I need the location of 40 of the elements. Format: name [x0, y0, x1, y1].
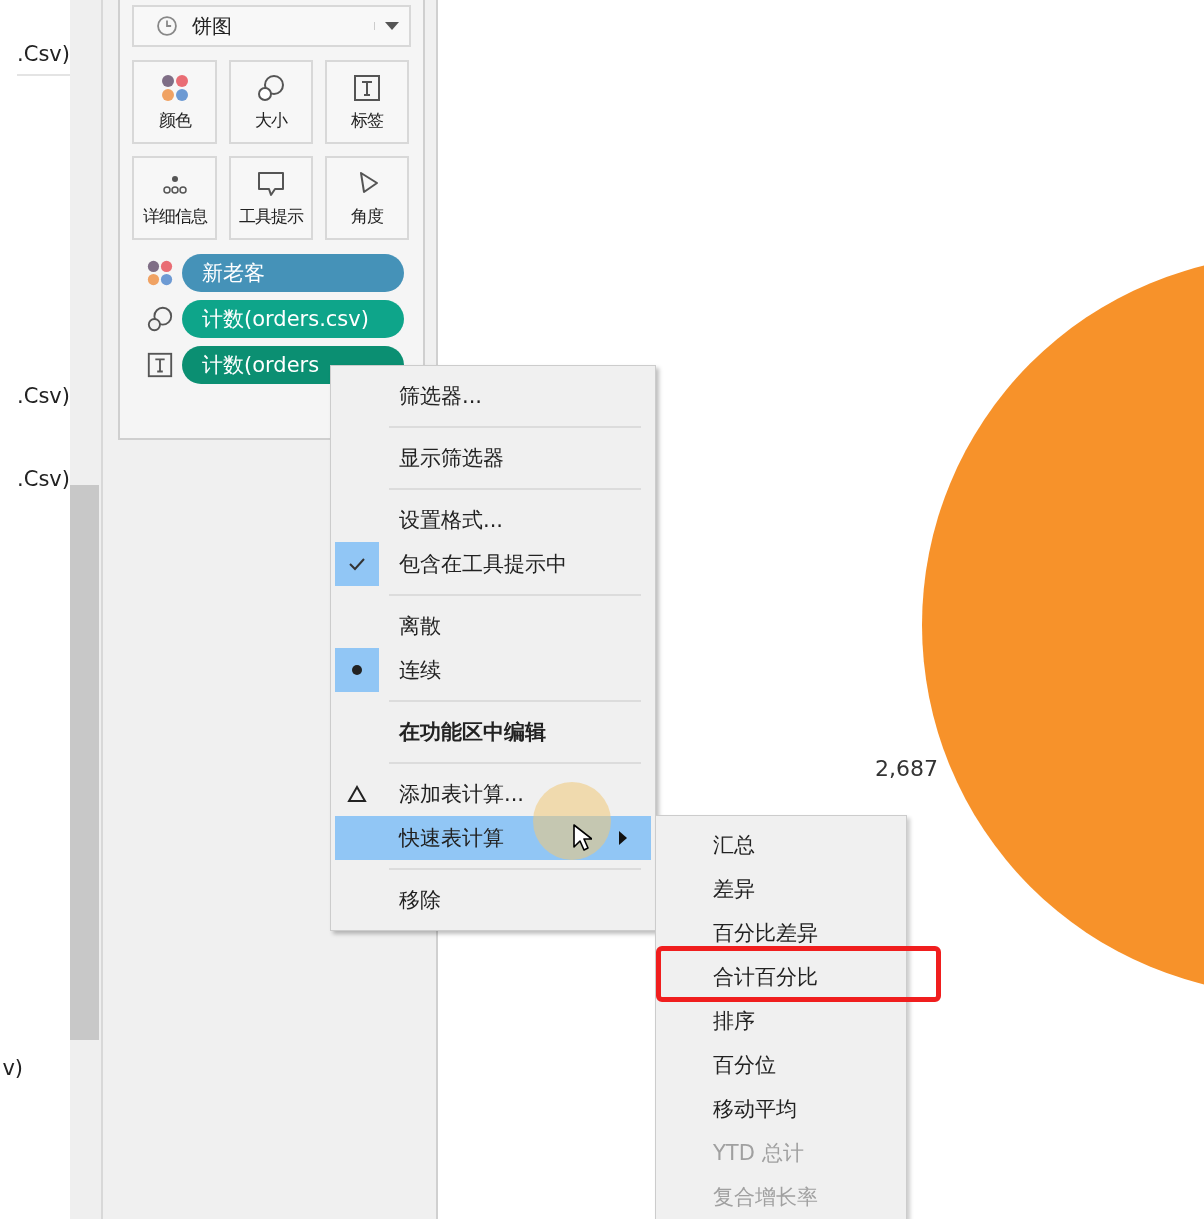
menu-item[interactable]: 移除: [335, 878, 651, 922]
menu-item[interactable]: 添加表计算...: [335, 772, 651, 816]
menu-item[interactable]: 包含在工具提示中: [335, 542, 651, 586]
field-name[interactable]: .Csv): [17, 382, 70, 410]
mark-property-button[interactable]: 大小: [229, 60, 313, 144]
dots-icon: [159, 72, 190, 103]
menu-item[interactable]: 合计百分比: [656, 955, 906, 999]
menu-item[interactable]: 汇总: [656, 823, 906, 867]
cursor-icon: [572, 823, 592, 853]
menu-item[interactable]: 离散: [335, 604, 651, 648]
mark-type-dropdown[interactable]: 饼图: [132, 5, 411, 47]
submenu-arrow-icon: [619, 831, 627, 845]
menu-item[interactable]: 排序: [656, 999, 906, 1043]
scrollbar-thumb[interactable]: [70, 485, 99, 1040]
mark-type-label: 饼图: [192, 12, 233, 40]
field-name[interactable]: .Csv): [17, 465, 70, 493]
menu-item[interactable]: 百分比差异: [656, 911, 906, 955]
text-icon: [352, 72, 382, 103]
text-icon: [146, 351, 174, 379]
menu-item[interactable]: 快速表计算: [335, 816, 651, 860]
field-name[interactable]: v): [2, 1054, 23, 1082]
menu-item[interactable]: 连续: [335, 648, 651, 692]
mark-property-button[interactable]: 颜色: [132, 60, 217, 144]
clock-icon: [156, 15, 178, 37]
circles-icon: [256, 72, 286, 103]
mark-property-button[interactable]: 详细信息: [132, 156, 217, 240]
dots-icon: [146, 259, 174, 287]
caret-icon: [374, 22, 399, 30]
circles-icon: [146, 305, 174, 333]
mark-property-button[interactable]: 工具提示: [229, 156, 313, 240]
menu-item[interactable]: 设置格式...: [335, 498, 651, 542]
menu-item[interactable]: 显示筛选器: [335, 436, 651, 480]
mark-property-button[interactable]: 标签: [325, 60, 409, 144]
pie-value-label: 2,687: [875, 756, 938, 781]
menu-item[interactable]: 在功能区中编辑: [335, 710, 651, 754]
menu-item[interactable]: 移动平均: [656, 1087, 906, 1131]
menu-item[interactable]: 差异: [656, 867, 906, 911]
menu-item[interactable]: 百分位: [656, 1043, 906, 1087]
triangle-icon: [347, 785, 367, 803]
mark-property-button[interactable]: 角度: [325, 156, 409, 240]
